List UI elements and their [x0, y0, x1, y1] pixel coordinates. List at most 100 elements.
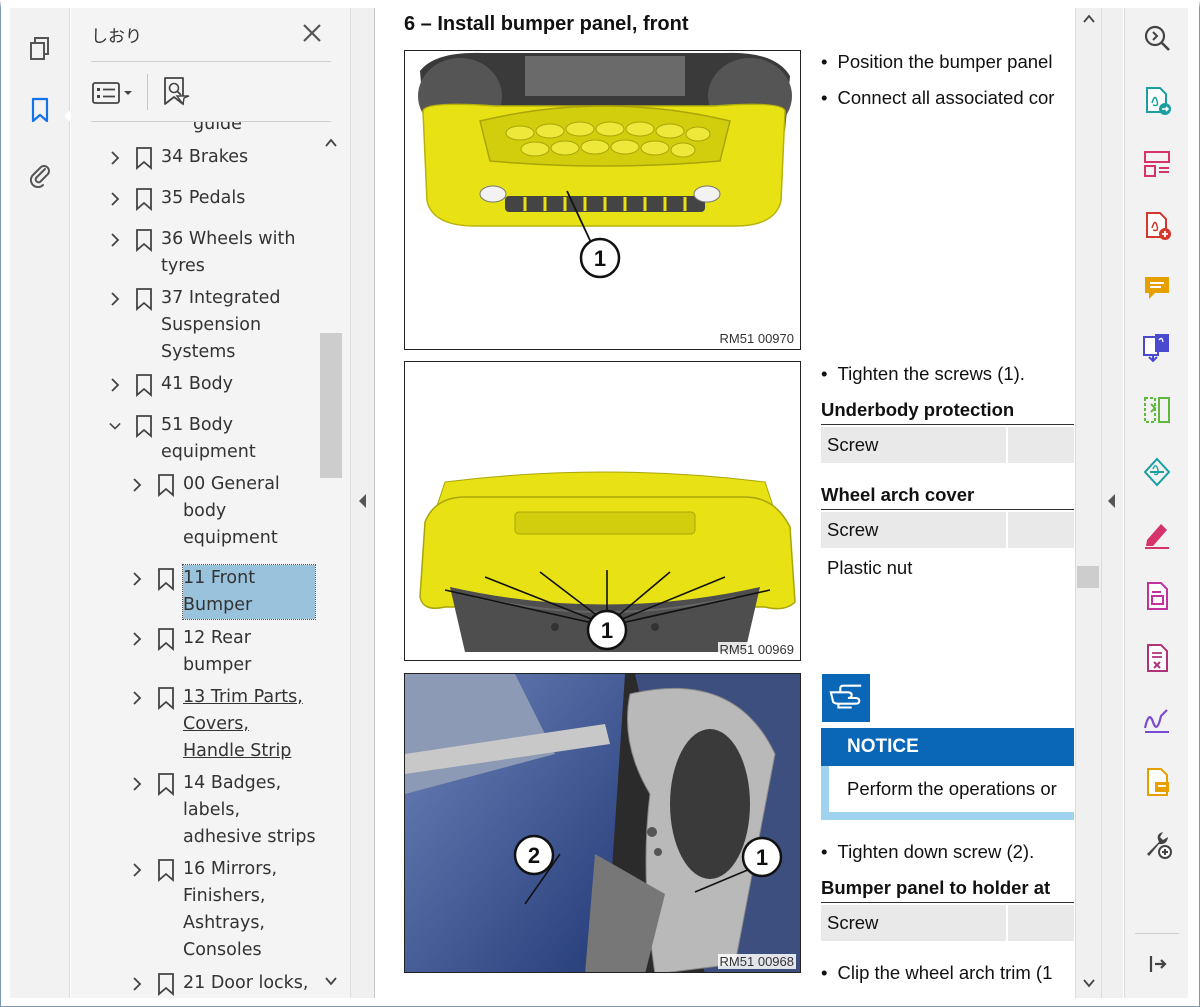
spec-heading: Wheel arch cover — [821, 484, 975, 505]
chevron-right-icon[interactable] — [127, 565, 147, 592]
bookmark-flag-icon — [133, 412, 155, 439]
request-signature-icon[interactable] — [1139, 702, 1175, 738]
bookmark-item[interactable]: 36 Wheels with tyres — [105, 226, 315, 280]
bookmark-item[interactable]: 35 Pedals — [105, 185, 245, 212]
bookmark-label: 16 Mirrors, Finishers, Ashtrays, Console… — [183, 859, 278, 960]
instruction-bullet: Tighten the screws (1). — [821, 363, 1024, 385]
fill-sign-icon[interactable] — [1139, 516, 1175, 552]
bookmark-item[interactable]: 16 Mirrors, Finishers, Ashtrays, Console… — [127, 856, 319, 964]
bumper-underside-illustration: 1 — [405, 362, 800, 660]
chevron-right-icon[interactable] — [127, 471, 147, 498]
instruction-bullet: Clip the wheel arch trim (1 — [821, 962, 1052, 984]
list-options-icon — [92, 82, 132, 104]
bookmark-item[interactable]: 34 Brakes — [105, 144, 248, 171]
scrollbar-thumb[interactable] — [320, 333, 342, 478]
edit-pdf-icon[interactable] — [1139, 578, 1175, 614]
bookmark-item[interactable]: 12 Rear bumper — [127, 625, 319, 679]
figure-caption: RM51 00969 — [717, 642, 796, 657]
bookmarks-panel: しおり guide 34 Brakes 35 Pedals 36 Wheels … — [71, 8, 350, 998]
collapse-arrow-icon[interactable] — [359, 494, 366, 508]
chevron-right-icon[interactable] — [105, 226, 125, 253]
document-scrollbar[interactable] — [1075, 8, 1101, 998]
chevron-right-icon[interactable] — [105, 144, 125, 171]
divider — [821, 509, 1074, 510]
bookmark-item[interactable]: 00 General body equipment — [127, 471, 319, 552]
attachment-icon[interactable] — [24, 158, 56, 190]
panel-title: しおり — [91, 27, 142, 47]
bookmark-flag-icon — [133, 185, 155, 212]
bookmark-item[interactable]: 13 Trim Parts, Covers, Handle Strip — [127, 684, 319, 765]
send-comments-icon[interactable] — [1139, 764, 1175, 800]
collapse-pane-icon[interactable] — [1139, 946, 1175, 982]
bumper-front-illustration: 1 — [405, 51, 800, 349]
spec-value-cell — [1008, 512, 1074, 548]
bookmark-item-guide[interactable]: guide — [187, 122, 242, 138]
chevron-right-icon[interactable] — [127, 770, 147, 797]
bookmark-flag-icon — [155, 684, 177, 711]
chevron-right-icon[interactable] — [105, 185, 125, 212]
spec-cell: Plastic nut — [827, 557, 913, 578]
bookmark-label: 12 Rear bumper — [183, 628, 252, 675]
bookmark-item-selected[interactable]: 11 Front Bumper — [127, 564, 319, 620]
comment-icon[interactable] — [1139, 270, 1175, 306]
chevron-right-icon[interactable] — [127, 625, 147, 652]
bookmark-label: 00 General body equipment — [183, 474, 280, 548]
scroll-down-icon[interactable] — [325, 976, 337, 986]
chevron-right-icon[interactable] — [127, 970, 147, 997]
chevron-right-icon[interactable] — [105, 285, 125, 312]
create-pdf-icon[interactable] — [1139, 208, 1175, 244]
instruction-bullet: Tighten down screw (2). — [821, 841, 1034, 863]
close-icon[interactable] — [299, 20, 325, 46]
find-bookmark-button[interactable] — [159, 74, 191, 110]
callout-1: 1 — [601, 618, 613, 643]
chevron-down-icon[interactable] — [105, 412, 125, 439]
bookmark-item[interactable]: 37 Integrated Suspension Systems — [105, 285, 315, 366]
organize-pages-icon[interactable] — [1139, 146, 1175, 182]
bookmark-label: 14 Badges, labels, adhesive strips — [183, 773, 316, 847]
bookmarks-scrollbar[interactable] — [320, 130, 342, 998]
bookmark-flag-icon — [155, 970, 177, 997]
figure-bumper-front: 1 RM51 00970 — [404, 50, 801, 350]
combine-files-icon[interactable] — [1139, 330, 1175, 366]
redact-icon[interactable] — [1139, 640, 1175, 676]
more-tools-icon[interactable] — [1139, 826, 1175, 862]
expand-arrow-icon[interactable] — [1108, 494, 1115, 508]
expand-right-pane-handle[interactable] — [1101, 8, 1123, 998]
compress-icon[interactable] — [1139, 392, 1175, 428]
chevron-right-icon[interactable] — [105, 371, 125, 398]
options-menu-button[interactable] — [91, 78, 139, 108]
bookmark-label: 41 Body — [161, 374, 234, 394]
bookmark-flag-icon — [133, 285, 155, 312]
scroll-up-icon[interactable] — [325, 138, 337, 148]
wheel-arch-photo: 2 1 — [405, 674, 800, 972]
spec-row: Screw — [821, 427, 1074, 463]
instruction-bullet: Connect all associated cor — [821, 87, 1054, 109]
spec-value-cell — [1008, 427, 1074, 463]
callout-1: 1 — [756, 845, 768, 870]
bookmark-item[interactable]: 41 Body — [105, 371, 233, 398]
tools-rail — [1124, 8, 1188, 998]
bookmark-label: 37 Integrated Suspension Systems — [161, 288, 281, 362]
divider — [1135, 933, 1179, 934]
bookmark-item[interactable]: 14 Badges, labels, adhesive strips — [127, 770, 319, 851]
collapse-left-pane-handle[interactable] — [350, 8, 375, 998]
spec-cell: Screw — [821, 905, 1006, 941]
chevron-right-icon[interactable] — [127, 684, 147, 711]
chevron-right-icon[interactable] — [127, 856, 147, 883]
scan-ocr-icon[interactable] — [1139, 454, 1175, 490]
notice-hand-icon — [822, 674, 870, 722]
scrollbar-thumb[interactable] — [1077, 566, 1099, 588]
scroll-down-icon[interactable] — [1083, 978, 1095, 988]
bookmark-item[interactable]: 51 Body equipment — [105, 412, 315, 466]
scroll-up-icon[interactable] — [1083, 14, 1095, 24]
bookmark-item[interactable]: 21 Door locks, — [127, 970, 321, 997]
left-navigation-rail — [10, 8, 72, 998]
bookmark-flag-icon — [155, 625, 177, 652]
bookmark-label: 11 Front Bumper — [182, 564, 316, 620]
bookmark-icon[interactable] — [24, 94, 56, 126]
page-thumbnails-icon[interactable] — [24, 32, 56, 64]
zoom-icon[interactable] — [1139, 20, 1175, 56]
export-pdf-icon[interactable] — [1139, 83, 1175, 119]
bookmark-flag-icon — [155, 565, 177, 592]
bookmark-flag-icon — [155, 856, 177, 883]
